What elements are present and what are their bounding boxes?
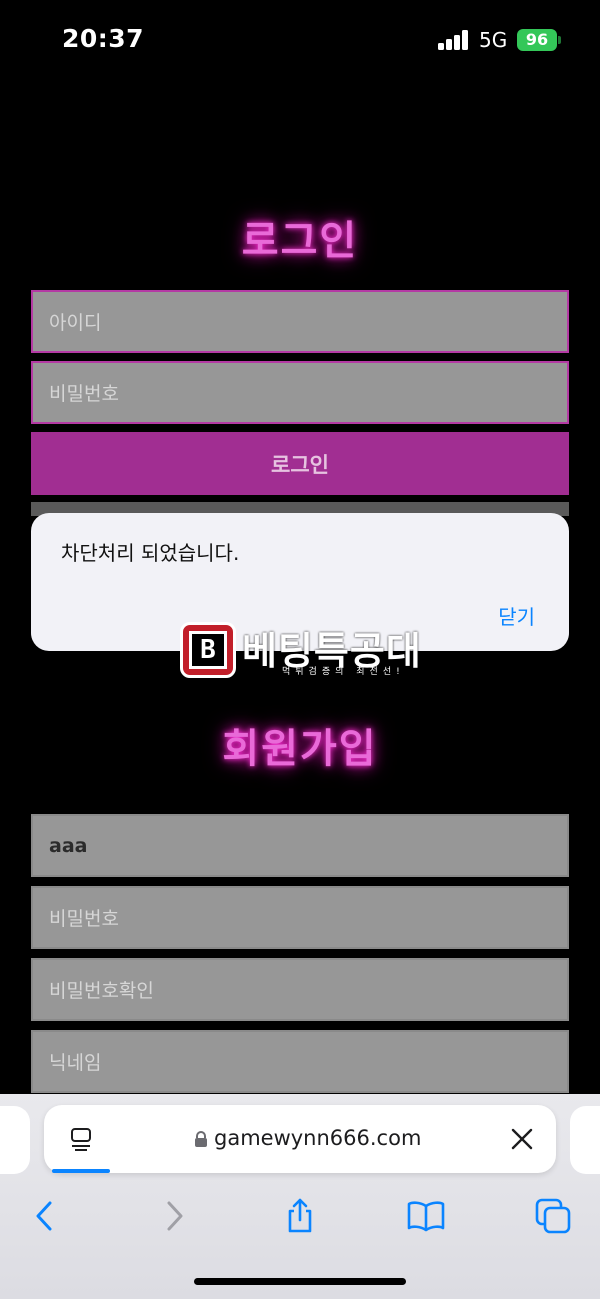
load-progress-bar: [52, 1169, 110, 1173]
battery-tip: [558, 36, 561, 44]
login-id-input[interactable]: 아이디: [31, 290, 569, 353]
tabs-button[interactable]: [533, 1196, 573, 1236]
close-icon[interactable]: [510, 1127, 534, 1151]
forward-button[interactable]: [155, 1196, 195, 1236]
bookmarks-button[interactable]: [406, 1196, 446, 1236]
signup-password-input[interactable]: 비밀번호: [31, 886, 569, 949]
previous-tab-preview[interactable]: [0, 1106, 30, 1174]
watermark: B 베팅특공대 먹튀검증의 최전선!: [178, 620, 428, 682]
login-password-input[interactable]: 비밀번호: [31, 361, 569, 424]
status-time: 20:37: [62, 24, 145, 53]
signup-id-input[interactable]: aaa: [31, 814, 569, 877]
forward-icon: [167, 1201, 183, 1231]
lock-icon: [195, 1131, 207, 1147]
tab-overview-icon[interactable]: [70, 1127, 92, 1151]
signup-title: 회원가입: [222, 726, 378, 772]
login-title: 로그인: [241, 218, 359, 264]
address-bar[interactable]: gamewynn666.com: [44, 1105, 556, 1173]
home-indicator[interactable]: [194, 1278, 406, 1285]
watermark-logo-icon: B: [180, 622, 236, 678]
back-icon: [36, 1201, 52, 1231]
signup-password-confirm-input[interactable]: 비밀번호확인: [31, 958, 569, 1021]
network-type: 5G: [479, 28, 508, 52]
alert-close-button[interactable]: 닫기: [498, 601, 535, 630]
signup-nickname-input[interactable]: 닉네임: [31, 1030, 569, 1093]
tabs-icon: [535, 1198, 571, 1234]
bookmarks-icon: [407, 1201, 445, 1232]
share-button[interactable]: [280, 1196, 320, 1236]
watermark-logo-glyph: B: [189, 631, 227, 669]
battery-icon: 96: [517, 29, 557, 51]
login-button[interactable]: 로그인: [31, 432, 569, 495]
status-bar: 20:37 5G 96: [0, 0, 600, 80]
url-text[interactable]: gamewynn666.com: [214, 1126, 421, 1150]
signal-icon: [438, 30, 470, 50]
back-button[interactable]: [24, 1196, 64, 1236]
alert-message: 차단처리 되었습니다.: [61, 541, 240, 565]
page: 20:37 5G 96 로그인 아이디 비밀번호 로그인 차단처리 되었습니다.…: [0, 0, 600, 1299]
share-icon: [288, 1198, 312, 1233]
watermark-tagline: 먹튀검증의 최전선!: [282, 667, 405, 677]
next-tab-preview[interactable]: [570, 1106, 600, 1174]
